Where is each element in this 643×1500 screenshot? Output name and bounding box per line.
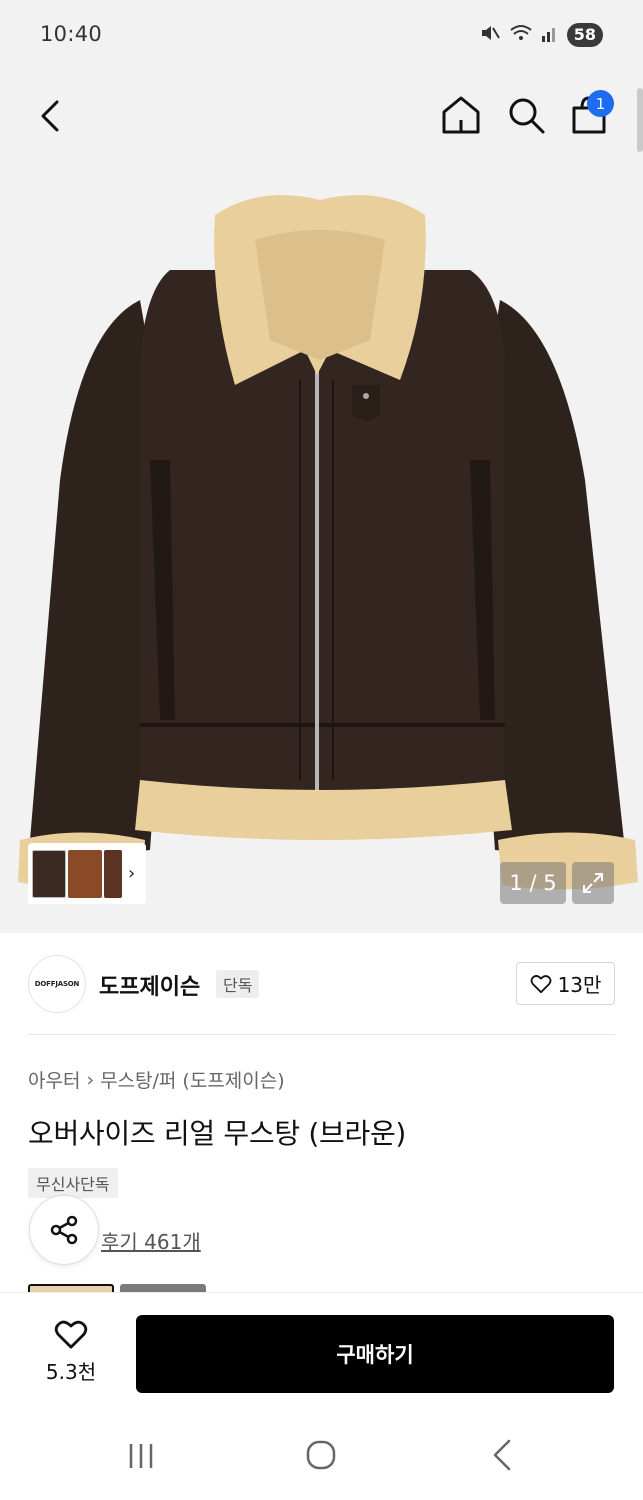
thumbnail-3[interactable] — [104, 849, 122, 898]
heart-icon — [54, 1320, 88, 1349]
breadcrumb-item-outer[interactable]: 아우터 — [28, 1066, 80, 1093]
gallery-thumbnails[interactable]: › — [28, 843, 146, 904]
home-icon — [442, 96, 480, 134]
breadcrumb-separator-icon: › — [86, 1068, 95, 1091]
brand-like-button[interactable]: 13만 — [516, 962, 615, 1005]
image-counter: 1 / 5 — [500, 862, 566, 904]
share-button[interactable] — [29, 1195, 99, 1265]
search-button[interactable] — [503, 92, 549, 138]
product-title: 오버사이즈 리얼 무스탕 (브라운) — [28, 1117, 407, 1150]
product-image-carousel[interactable] — [0, 160, 643, 933]
status-time: 10:40 — [40, 22, 103, 46]
buy-button[interactable]: 구매하기 — [136, 1315, 614, 1393]
color-options — [28, 1284, 206, 1292]
breadcrumb: 아우터 › 무스탕/퍼 (도프제이슨) — [28, 1066, 285, 1093]
share-icon — [50, 1215, 78, 1245]
color-option-2[interactable] — [120, 1284, 206, 1292]
brand-exclusive-badge: 단독 — [216, 970, 260, 998]
search-icon — [509, 98, 545, 134]
home-button[interactable] — [438, 92, 484, 138]
color-option-1[interactable] — [28, 1284, 114, 1292]
mute-icon — [479, 22, 501, 48]
wifi-icon — [509, 22, 533, 48]
review-link[interactable]: 후기 461개 — [101, 1226, 201, 1255]
status-icons: 58 — [479, 22, 603, 48]
expand-icon — [583, 873, 603, 893]
recent-apps-button[interactable] — [125, 1440, 157, 1472]
chevron-right-icon: › — [128, 863, 136, 884]
exclusive-tag: 무신사단독 — [28, 1168, 118, 1198]
thumbnail-2[interactable] — [68, 849, 102, 898]
scrollbar-thumb[interactable] — [637, 88, 643, 152]
status-bar: 10:40 58 — [0, 0, 643, 72]
back-icon — [41, 100, 59, 132]
home-circle-icon — [306, 1440, 336, 1470]
app-header — [0, 80, 643, 152]
brand-name[interactable]: 도프제이슨 — [99, 969, 200, 1001]
product-photo — [18, 195, 638, 890]
system-navigation-bar — [0, 1410, 643, 1500]
brand-like-count: 13만 — [557, 973, 602, 997]
back-button[interactable] — [30, 94, 70, 138]
signal-icon — [541, 23, 559, 47]
system-back-button[interactable] — [487, 1438, 517, 1472]
heart-icon — [530, 974, 552, 993]
breadcrumb-item-category[interactable]: 무스탕/퍼 (도프제이슨) — [100, 1066, 285, 1093]
wishlist-button[interactable]: 5.3천 — [30, 1319, 112, 1385]
cart-count-badge: 1 — [587, 90, 614, 117]
recent-apps-icon — [129, 1444, 153, 1468]
back-icon — [493, 1439, 511, 1471]
battery-indicator: 58 — [566, 23, 603, 47]
expand-image-button[interactable] — [572, 862, 614, 904]
brand-row: DOFFJASON 도프제이슨 단독 13만 — [28, 933, 615, 1035]
thumbnail-1[interactable] — [32, 849, 66, 898]
brand-logo[interactable]: DOFFJASON — [28, 955, 86, 1013]
wishlist-count: 5.3천 — [45, 1360, 97, 1384]
system-home-button[interactable] — [304, 1438, 338, 1472]
purchase-bar: 5.3천 구매하기 — [0, 1292, 643, 1410]
